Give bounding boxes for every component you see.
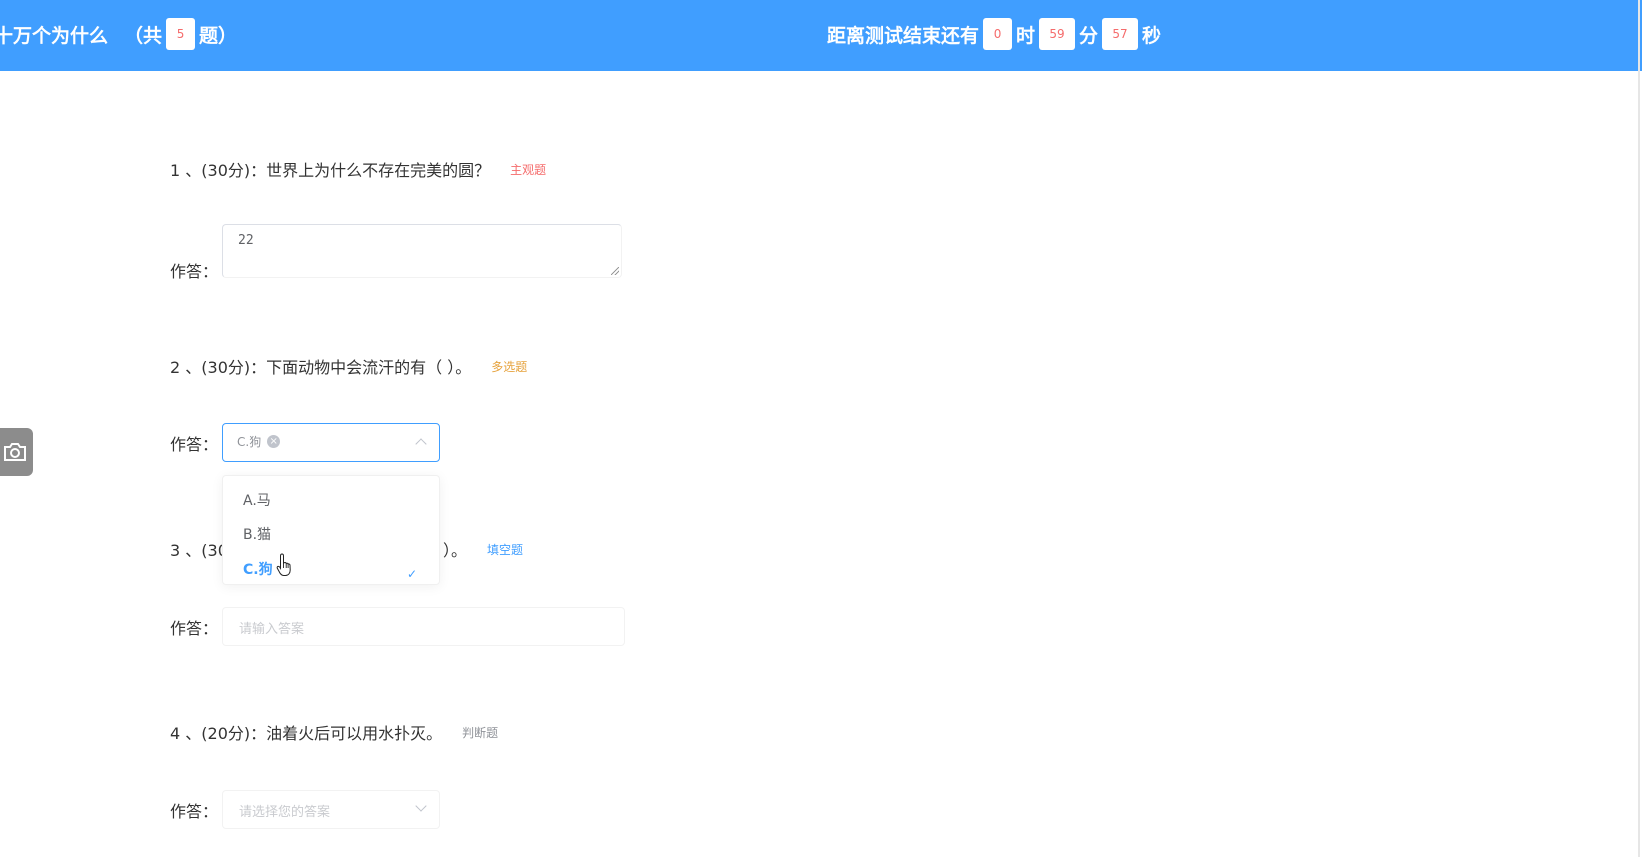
timer-minutes-unit: 分 (1079, 24, 1099, 47)
question-3-text-end: ）。 (443, 541, 468, 560)
options-dropdown: A.马 B.猫 C.狗 ✓ (222, 475, 440, 585)
question-4: 4 、(20分)：油着火后可以用水扑灭。 判断题 (170, 720, 498, 744)
question-2: 2 、(30分)：下面动物中会流汗的有（ ）。 多选题 (170, 354, 527, 378)
answer-input-3[interactable]: 请输入答案 (222, 607, 625, 646)
answer-input-3-placeholder: 请输入答案 (239, 622, 305, 637)
timer-label: 距离测试结束还有 (827, 24, 980, 47)
hand-cursor-icon (276, 553, 294, 581)
chevron-up-icon (415, 438, 427, 450)
camera-button[interactable] (0, 428, 33, 476)
timer-hours: 0 (983, 18, 1013, 50)
option-c[interactable]: C.狗 (243, 559, 273, 579)
question-1: 1 、(30分)：世界上为什么不存在完美的圆？ 主观题 (170, 157, 546, 181)
scrollbar-edge (1638, 0, 1640, 857)
question-3: 3 、(30 (170, 537, 228, 561)
chevron-down-icon (415, 800, 427, 812)
timer-seconds: 57 (1102, 18, 1139, 50)
chip-close-icon[interactable]: × (267, 435, 281, 448)
exam-title: 十万个为什么 （共 5 题） (0, 18, 237, 50)
selected-chip: C.狗 × (237, 433, 281, 450)
question-count: 5 (166, 18, 196, 50)
question-4-text: 4 、(20分)：油着火后可以用水扑灭。 (170, 724, 443, 743)
answer-textarea-1[interactable]: 22 (222, 224, 622, 278)
timer-minutes: 59 (1039, 18, 1076, 50)
resize-handle-icon[interactable] (611, 267, 619, 275)
exam-name: 十万个为什么 (0, 24, 109, 47)
question-3-end: ）。 填空题 (443, 537, 523, 561)
countdown-timer: 距离测试结束还有 0 时 59 分 57 秒 (827, 18, 1161, 50)
question-1-type-tag: 主观题 (510, 162, 547, 177)
multi-select-2[interactable]: C.狗 × (222, 423, 440, 462)
top-bar: 十万个为什么 （共 5 题） 距离测试结束还有 0 时 59 分 57 秒 (0, 0, 1642, 71)
selected-chip-label: C.狗 (237, 435, 262, 449)
answer-select-4-placeholder: 请选择您的答案 (239, 805, 331, 820)
question-4-type-tag: 判断题 (462, 725, 499, 740)
question-2-text: 2 、(30分)：下面动物中会流汗的有（ ）。 (170, 358, 472, 377)
option-a[interactable]: A.马 (243, 490, 271, 510)
question-1-text: 1 、(30分)：世界上为什么不存在完美的圆？ (170, 161, 491, 180)
timer-hours-unit: 时 (1016, 24, 1036, 47)
check-icon: ✓ (407, 567, 418, 581)
answer-textarea-1-value: 22 (238, 233, 254, 248)
answer-label-4: 作答： (170, 802, 219, 821)
question-3-type-tag: 填空题 (487, 542, 524, 557)
camera-icon (3, 443, 26, 461)
answer-label-3: 作答： (170, 619, 219, 638)
answer-label-1: 作答： (170, 262, 219, 281)
count-prefix: （共 (124, 24, 163, 47)
option-b[interactable]: B.猫 (243, 524, 271, 544)
question-2-type-tag: 多选题 (491, 359, 528, 374)
answer-select-4[interactable]: 请选择您的答案 (222, 790, 440, 829)
timer-seconds-unit: 秒 (1142, 24, 1162, 47)
answer-label-2: 作答： (170, 435, 219, 454)
count-suffix: 题） (199, 24, 238, 47)
question-3-text-start: 3 、(30 (170, 541, 228, 560)
